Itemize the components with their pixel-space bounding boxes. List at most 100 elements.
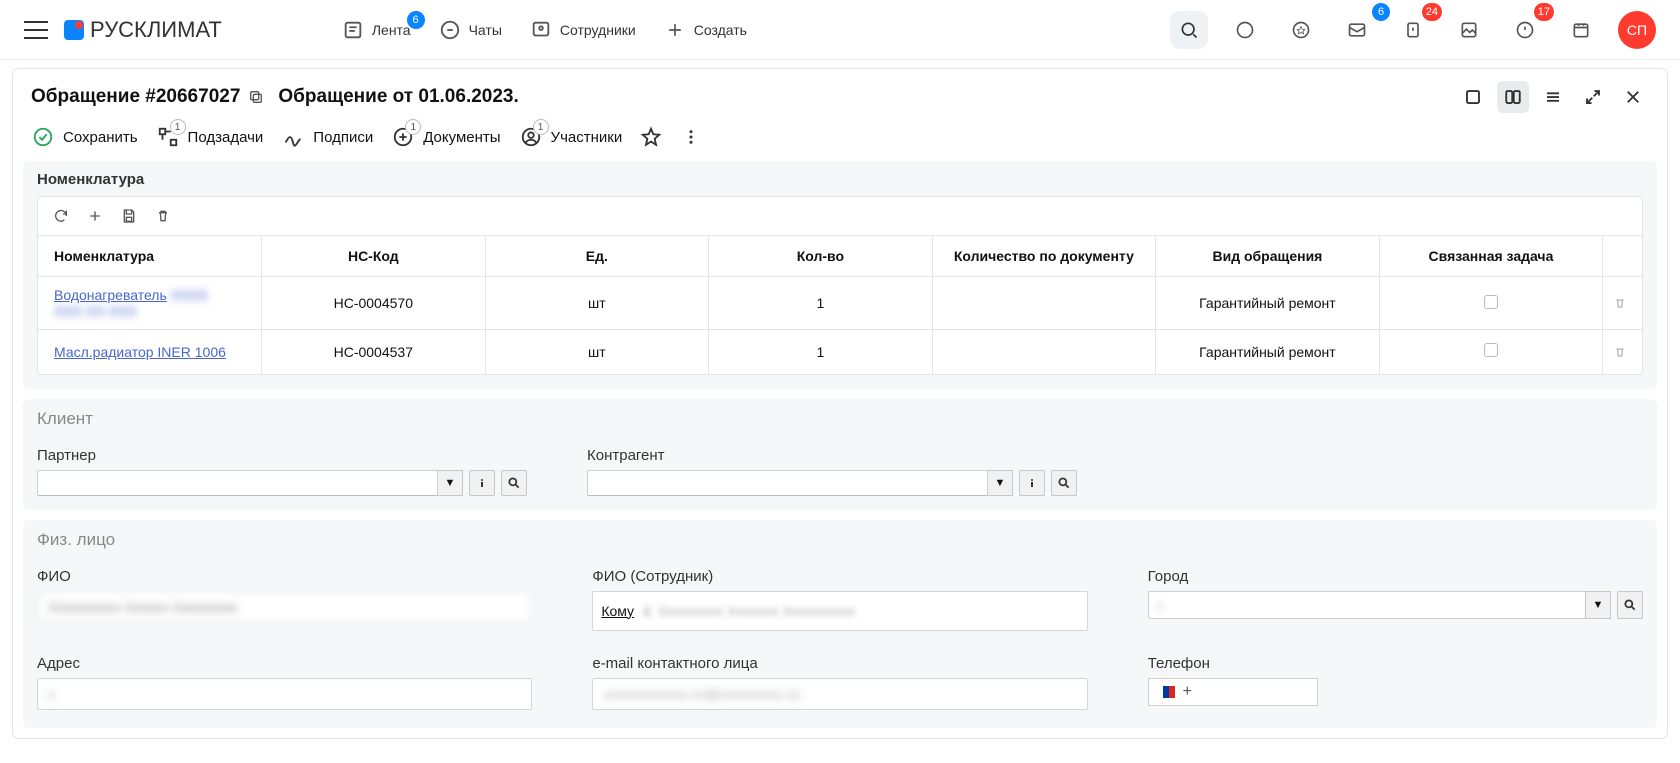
- image-icon[interactable]: [1450, 11, 1488, 49]
- page-subtitle: Обращение от 01.06.2023.: [278, 86, 518, 108]
- label: Партнер: [37, 447, 527, 464]
- chat-bubble-icon[interactable]: [1226, 11, 1264, 49]
- subtasks-button[interactable]: 1 Подзадачи: [156, 125, 264, 149]
- subtasks-label: Подзадачи: [188, 129, 264, 146]
- copy-icon[interactable]: [248, 89, 264, 105]
- checkbox[interactable]: [1484, 343, 1498, 357]
- inbox-badge: 6: [1372, 3, 1390, 21]
- search-button[interactable]: [1170, 11, 1208, 49]
- nav-link-label: Лента: [372, 22, 411, 38]
- participants-badge: 1: [533, 119, 549, 135]
- dropdown-icon[interactable]: ▼: [1585, 591, 1611, 619]
- refresh-icon[interactable]: [52, 207, 70, 225]
- clipboard-alert-icon[interactable]: 24: [1394, 11, 1432, 49]
- bell-icon[interactable]: 17: [1506, 11, 1544, 49]
- th-qty: Кол-во: [709, 236, 933, 277]
- nav-link-feed[interactable]: Лента 6: [342, 19, 411, 41]
- bell-badge: 17: [1534, 3, 1554, 21]
- list-view-icon[interactable]: [1537, 81, 1569, 113]
- add-icon[interactable]: [86, 207, 104, 225]
- nav-right: 6 24 17 СП: [1170, 11, 1656, 49]
- documents-button[interactable]: 1 Документы: [391, 125, 500, 149]
- th-unit: Ед.: [485, 236, 709, 277]
- th-task: Связанная задача: [1379, 236, 1603, 277]
- menu-icon[interactable]: [24, 21, 48, 39]
- client-row: Партнер ▼ Контрагент ▼: [37, 447, 1643, 496]
- popout-icon[interactable]: [1457, 81, 1489, 113]
- search-icon[interactable]: [1617, 591, 1643, 619]
- partner-input[interactable]: [37, 470, 438, 496]
- row-delete-icon[interactable]: [1603, 330, 1642, 374]
- nomenclature-table: Номенклатура НС-Код Ед. Кол-во Количеств…: [38, 236, 1642, 374]
- person-row-2: Адрес x e-mail контактного лица xxxxxxxx…: [37, 655, 1643, 710]
- star-icon[interactable]: [640, 126, 662, 148]
- fio-emp-input[interactable]: Кому Xxxxxxxxx Xxxxxxx Xxxxxxxxxx: [592, 591, 1087, 631]
- email-input[interactable]: xxxxxxxxxxxx.xx@xxxxxxxxx.xx: [592, 678, 1087, 710]
- email-field: e-mail контактного лица xxxxxxxxxxxx.xx@…: [592, 655, 1087, 710]
- flag-icon: [1157, 686, 1175, 698]
- split-view-icon[interactable]: [1497, 81, 1529, 113]
- fio-field: ФИО Xxxxxxxxxx Xxxxxx Xxxxxxxxx: [37, 568, 532, 631]
- save-disk-icon[interactable]: [120, 207, 138, 225]
- dropdown-icon[interactable]: ▼: [437, 470, 463, 496]
- client-section: Клиент Партнер ▼ Контрагент: [23, 399, 1657, 510]
- close-icon[interactable]: [1617, 81, 1649, 113]
- fio-input[interactable]: Xxxxxxxxxx Xxxxxx Xxxxxxxxx: [37, 591, 532, 623]
- row-delete-icon[interactable]: [1603, 277, 1642, 330]
- phone-input[interactable]: +: [1148, 678, 1318, 706]
- chat-icon: [439, 19, 461, 41]
- signature-icon: [281, 125, 305, 149]
- to-whom-link[interactable]: Кому: [601, 603, 634, 619]
- item-link[interactable]: Водонагреватель: [54, 287, 167, 303]
- cell-qtydoc: [932, 330, 1156, 374]
- logo-mark-icon: [64, 20, 84, 40]
- city-input[interactable]: x: [1148, 591, 1586, 619]
- more-icon[interactable]: [680, 126, 702, 148]
- item-link[interactable]: Масл.радиатор INER 1006: [54, 344, 226, 360]
- info-icon[interactable]: [469, 470, 495, 496]
- cell-task: [1379, 330, 1603, 374]
- phone-plus: +: [1183, 683, 1192, 701]
- top-nav: РУСКЛИМАТ Лента 6 Чаты Сотрудники Соз: [0, 0, 1680, 60]
- cell-qty: 1: [709, 330, 933, 374]
- cell-qty: 1: [709, 277, 933, 330]
- card-window: Обращение #20667027 Обращение от 01.06.2…: [12, 68, 1668, 739]
- nav-link-create[interactable]: Создать: [664, 19, 747, 41]
- cell-unit: шт: [485, 277, 709, 330]
- calendar-icon[interactable]: [1562, 11, 1600, 49]
- nav-links: Лента 6 Чаты Сотрудники Создать: [342, 19, 747, 41]
- section-title: Номенклатура: [37, 171, 1643, 188]
- inbox-icon[interactable]: 6: [1338, 11, 1376, 49]
- contragent-input[interactable]: [587, 470, 988, 496]
- partner-field: Партнер ▼: [37, 447, 527, 496]
- cell-type: Гарантийный ремонт: [1156, 330, 1380, 374]
- city-field: Город x ▼: [1148, 568, 1643, 631]
- star-circle-icon[interactable]: [1282, 11, 1320, 49]
- cell-qtydoc: [932, 277, 1156, 330]
- cell-unit: шт: [485, 330, 709, 374]
- participants-button[interactable]: 1 Участники: [519, 125, 623, 149]
- nav-link-employees[interactable]: Сотрудники: [530, 19, 636, 41]
- person-section: Физ. лицо ФИО Xxxxxxxxxx Xxxxxx Xxxxxxxx…: [23, 520, 1657, 728]
- address-input[interactable]: x: [37, 678, 532, 710]
- logo[interactable]: РУСКЛИМАТ: [64, 17, 222, 43]
- label: e-mail контактного лица: [592, 655, 1087, 672]
- checkbox[interactable]: [1484, 295, 1498, 309]
- save-button[interactable]: Сохранить: [31, 125, 138, 149]
- avatar[interactable]: СП: [1618, 11, 1656, 49]
- cell-task: [1379, 277, 1603, 330]
- info-icon[interactable]: [1019, 470, 1045, 496]
- check-circle-icon: [31, 125, 55, 149]
- nav-link-label: Сотрудники: [560, 22, 636, 38]
- th-actions: [1603, 236, 1642, 277]
- search-icon[interactable]: [501, 470, 527, 496]
- dropdown-icon[interactable]: ▼: [987, 470, 1013, 496]
- signatures-button[interactable]: Подписи: [281, 125, 373, 149]
- nav-link-chats[interactable]: Чаты: [439, 19, 502, 41]
- cell-name: Водонагреватель XXXXXXX XX XXX: [38, 277, 262, 330]
- window-actions: [1457, 81, 1649, 113]
- delete-icon[interactable]: [154, 207, 172, 225]
- search-icon[interactable]: [1051, 470, 1077, 496]
- phone-field: Телефон +: [1148, 655, 1643, 710]
- expand-icon[interactable]: [1577, 81, 1609, 113]
